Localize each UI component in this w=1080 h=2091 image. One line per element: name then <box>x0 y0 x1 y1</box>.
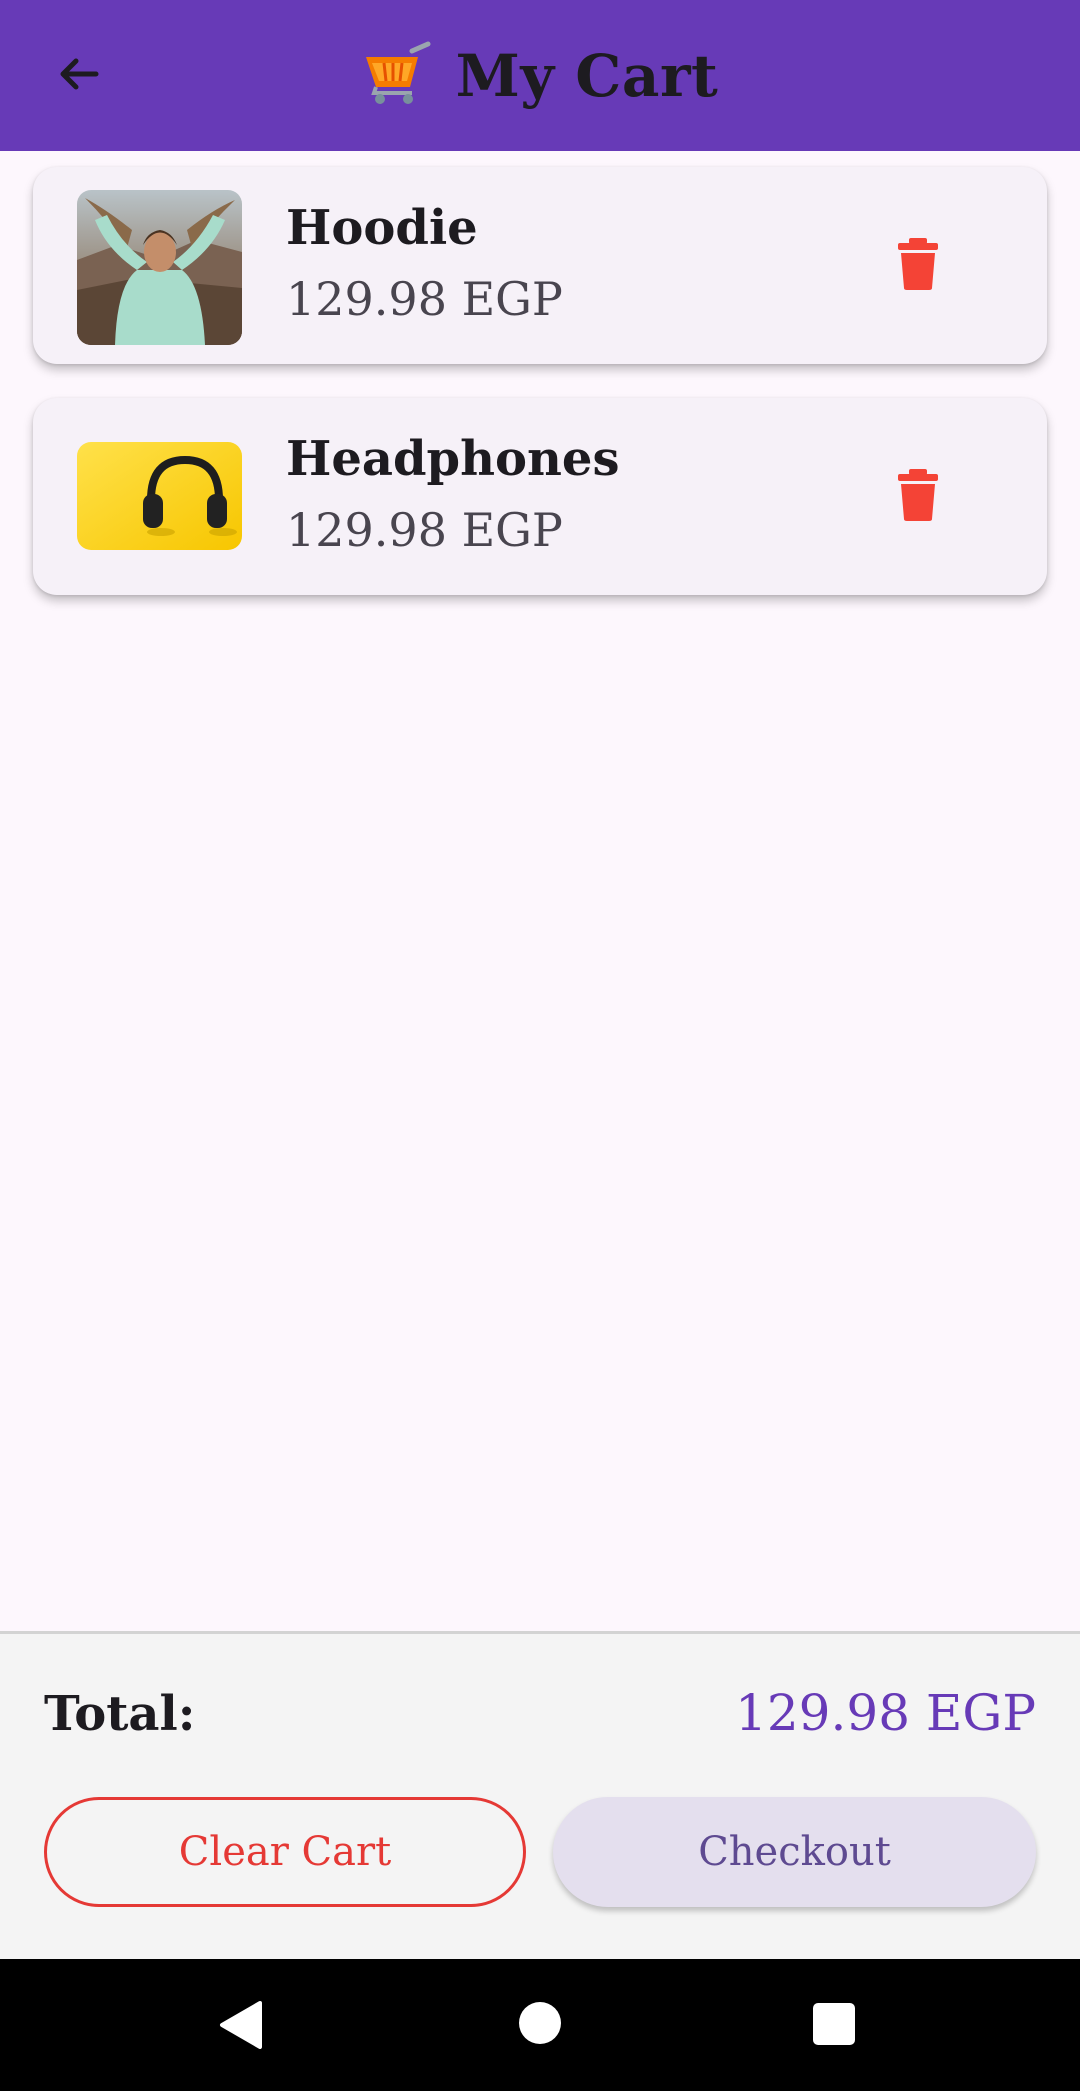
clear-cart-button[interactable]: Clear Cart <box>44 1797 526 1907</box>
total-label: Total: <box>44 1686 196 1742</box>
nav-recents-icon[interactable] <box>813 2003 855 2045</box>
nav-home-icon[interactable] <box>519 2002 561 2044</box>
cart-item-card: Hoodie 129.98 EGP <box>33 167 1047 364</box>
shopping-cart-icon <box>362 41 434 111</box>
item-price: 129.98 EGP <box>286 272 563 326</box>
arrow-back-icon <box>54 50 102 102</box>
item-price: 129.98 EGP <box>286 503 563 557</box>
app-bar: My Cart <box>0 0 1080 151</box>
trash-icon <box>896 469 940 525</box>
cart-summary-panel: Total: 129.98 EGP Clear Cart Checkout <box>0 1631 1080 1959</box>
headphones-photo <box>77 442 242 550</box>
cart-item-card: Headphones 129.98 EGP <box>33 398 1047 595</box>
nav-back-icon[interactable] <box>218 2001 264 2053</box>
page-title: My Cart <box>0 0 1080 151</box>
hoodie-photo <box>77 190 242 345</box>
system-nav-bar <box>0 1959 1080 2091</box>
trash-icon <box>896 238 940 294</box>
total-value: 129.98 EGP <box>735 1684 1036 1742</box>
back-button[interactable] <box>40 38 116 114</box>
delete-item-button[interactable] <box>878 226 958 306</box>
item-name: Headphones <box>286 431 620 487</box>
page-title-text: My Cart <box>455 41 719 110</box>
checkout-button[interactable]: Checkout <box>553 1797 1036 1907</box>
delete-item-button[interactable] <box>878 457 958 537</box>
item-name: Hoodie <box>286 200 478 256</box>
